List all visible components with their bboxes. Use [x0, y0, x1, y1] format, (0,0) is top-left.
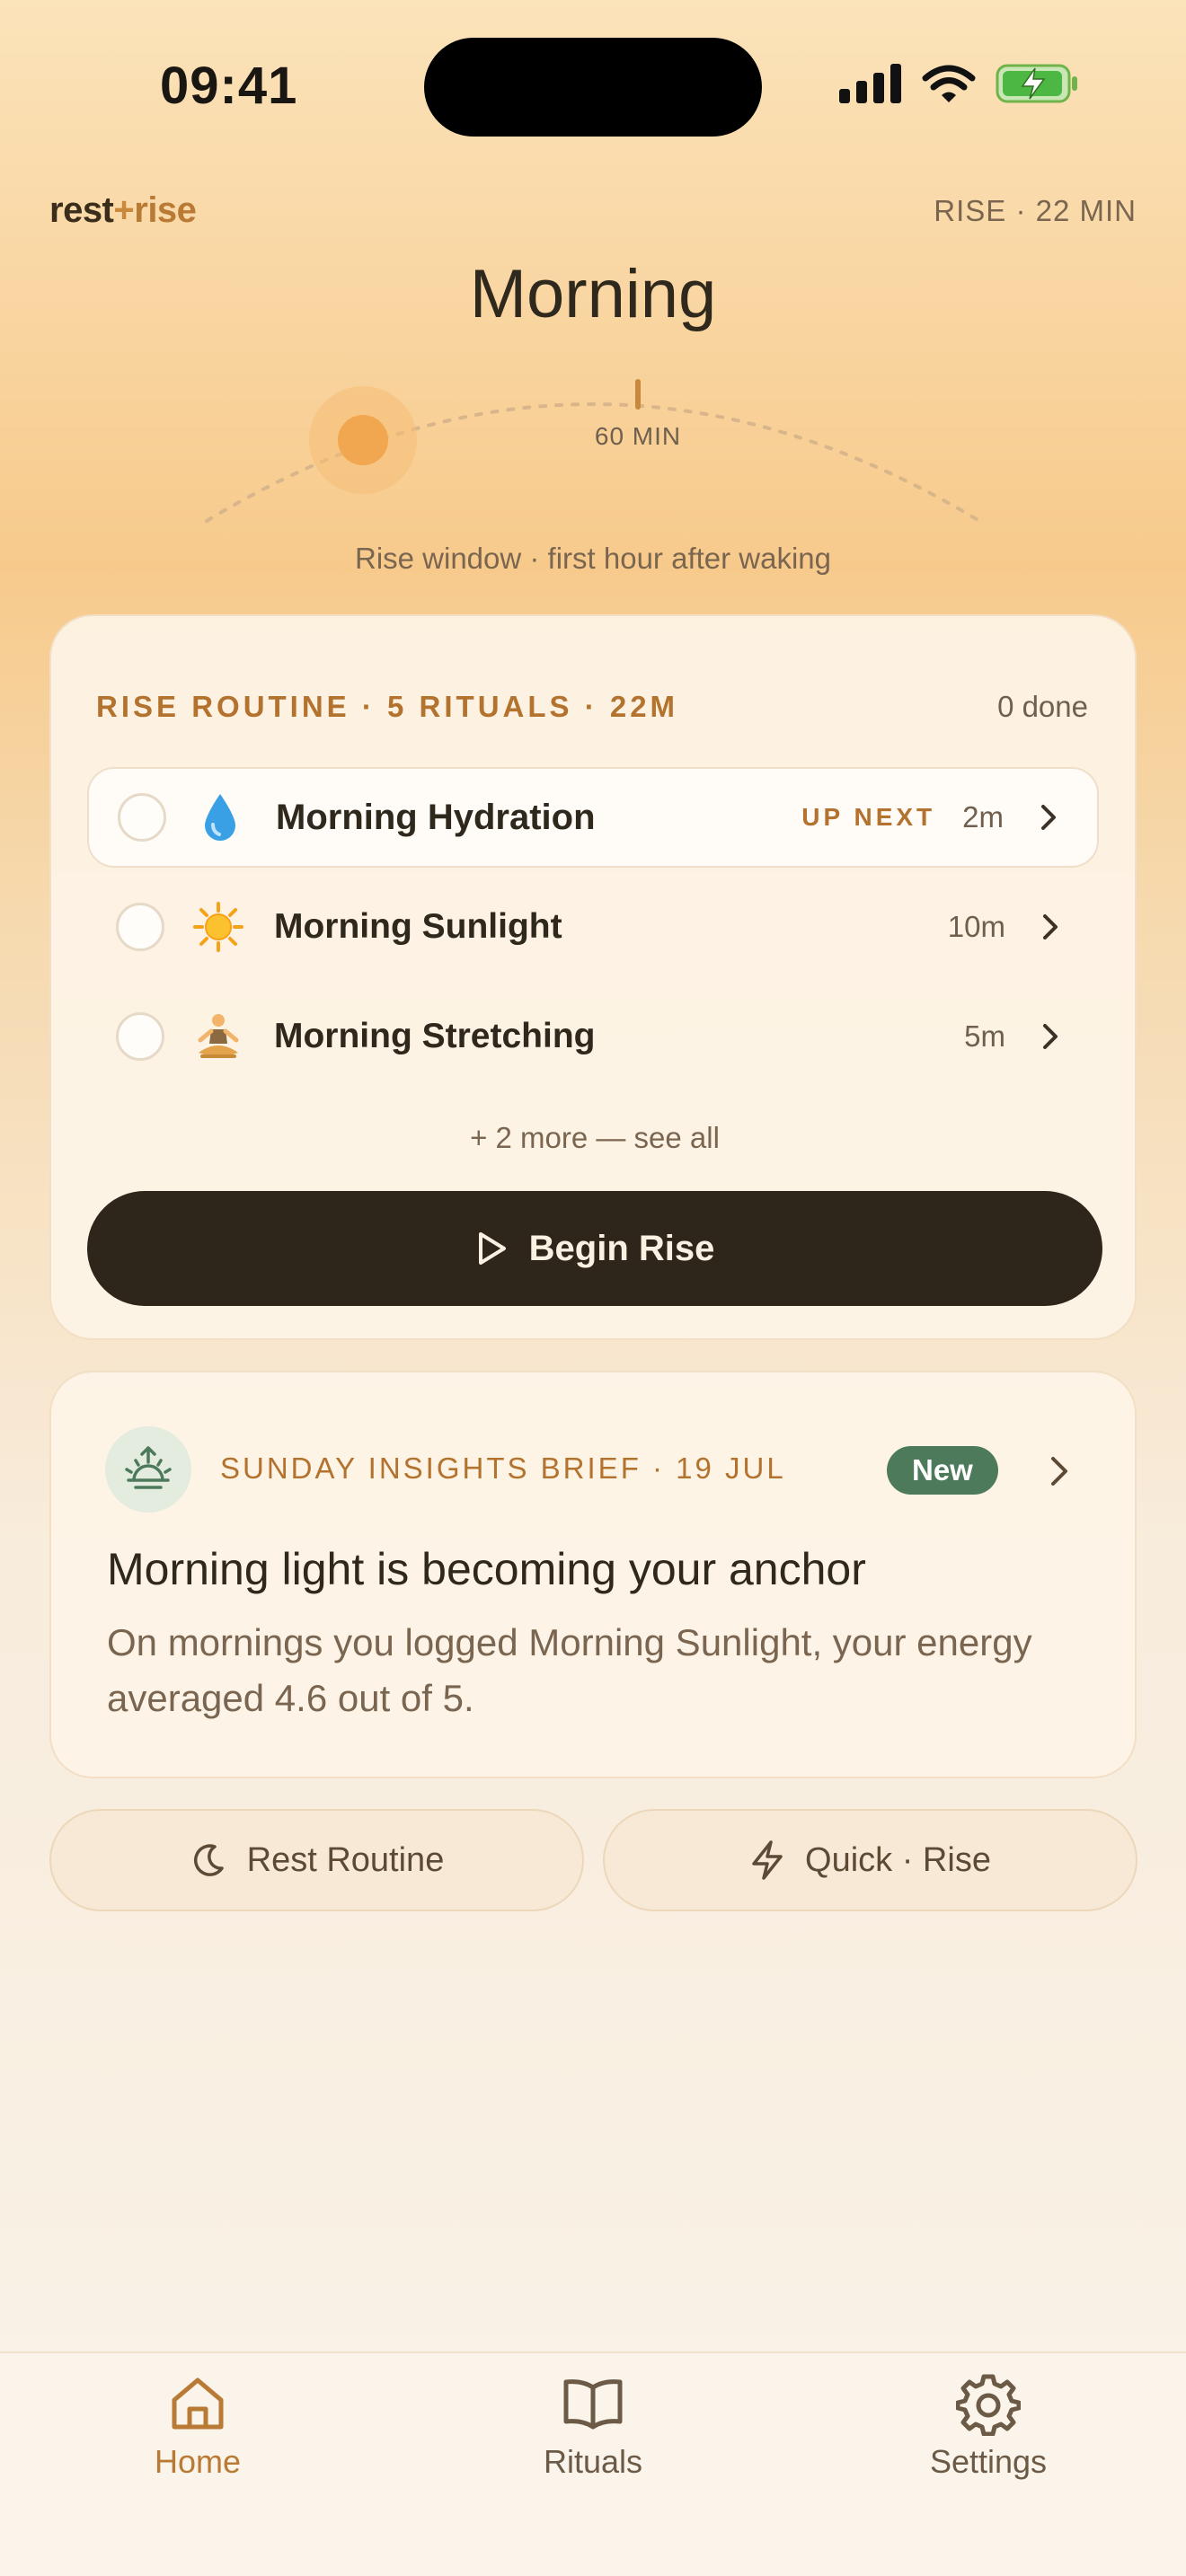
rest-routine-label: Rest Routine	[246, 1840, 445, 1879]
status-time: 09:41	[160, 57, 298, 115]
routine-meta: RISE · 22 MIN	[934, 194, 1137, 227]
begin-rise-button[interactable]: Begin Rise	[87, 1191, 1102, 1306]
insights-brief-card[interactable]: SUNDAY INSIGHTS BRIEF · 19 JUL New Morni…	[49, 1371, 1137, 1778]
ritual-duration: 5m	[964, 1019, 1005, 1053]
chevron-right-icon	[1043, 914, 1058, 940]
page-title: Morning	[469, 256, 717, 332]
ritual-row-stretching[interactable]: Morning Stretching 5m	[87, 986, 1099, 1087]
chevron-right-icon	[1043, 1024, 1058, 1049]
battery-charging-icon	[996, 64, 1077, 103]
home-icon	[172, 2378, 224, 2430]
new-badge: New	[887, 1446, 998, 1495]
ritual-row-sunlight[interactable]: Morning Sunlight 10m	[87, 877, 1099, 977]
tab-settings-label: Settings	[929, 2443, 1048, 2480]
brand-rest: rest	[49, 190, 114, 230]
tab-rituals[interactable]: Rituals	[476, 2371, 710, 2481]
ritual-row-hydration[interactable]: Morning Hydration UP NEXT 2m	[87, 767, 1099, 868]
water-drop-icon	[195, 792, 245, 842]
insight-body: On mornings you logged Morning Sunlight,…	[107, 1621, 1032, 1719]
ritual-name: Morning Hydration	[276, 797, 596, 837]
status-icons	[839, 63, 1078, 104]
tab-home-label: Home	[154, 2443, 242, 2480]
lightning-icon	[752, 1840, 783, 1880]
tab-settings[interactable]: Settings	[872, 2371, 1105, 2481]
wifi-icon	[922, 65, 976, 102]
chevron-right-icon	[1041, 805, 1056, 830]
tab-home[interactable]: Home	[81, 2371, 314, 2481]
sixty-minute-marker	[635, 379, 641, 410]
play-icon	[478, 1232, 506, 1265]
insights-label: SUNDAY INSIGHTS BRIEF · 19 JUL	[220, 1451, 786, 1485]
quick-rise-label: Quick · Rise	[805, 1840, 991, 1879]
ritual-duration: 2m	[962, 800, 1004, 834]
brand-logo: rest+rise	[49, 190, 197, 231]
begin-rise-label: Begin Rise	[528, 1228, 715, 1268]
rise-window-arc	[0, 359, 1186, 557]
brand-plus: +	[113, 190, 135, 230]
marker-label: 60 MIN	[594, 422, 682, 450]
done-count: 0 done	[997, 690, 1088, 723]
rise-routine-card: RISE ROUTINE · 5 RITUALS · 22M 0 done Mo…	[49, 614, 1137, 1340]
ritual-duration: 10m	[947, 910, 1005, 943]
see-all-link[interactable]: + 2 more — see all	[51, 1121, 1138, 1155]
sun-icon	[193, 902, 243, 952]
dynamic-island	[424, 38, 762, 137]
ritual-name: Morning Sunlight	[274, 907, 562, 946]
brand-rise: rise	[134, 190, 197, 230]
rest-routine-button[interactable]: Rest Routine	[49, 1809, 584, 1911]
ritual-checkbox[interactable]	[116, 1012, 164, 1061]
quick-rise-button[interactable]: Quick · Rise	[603, 1809, 1137, 1911]
gear-icon	[956, 2374, 1021, 2436]
sun-progress-dot	[338, 415, 388, 465]
chevron-right-icon[interactable]	[1040, 1451, 1079, 1491]
ritual-name: Morning Stretching	[274, 1017, 596, 1055]
meditation-icon	[193, 1011, 243, 1062]
insight-title: Morning light is becoming your anchor	[107, 1544, 866, 1594]
ritual-checkbox[interactable]	[116, 903, 164, 951]
arc-caption: Rise window · first hour after waking	[354, 542, 832, 575]
routine-heading: RISE ROUTINE · 5 RITUALS · 22M	[96, 690, 679, 723]
moon-icon	[193, 1844, 224, 1876]
book-open-icon	[563, 2379, 623, 2430]
cellular-signal-icon	[839, 64, 901, 103]
up-next-badge: UP NEXT	[801, 803, 936, 831]
ritual-checkbox[interactable]	[118, 793, 166, 842]
sunrise-icon	[105, 1426, 191, 1513]
tab-rituals-label: Rituals	[543, 2443, 643, 2480]
